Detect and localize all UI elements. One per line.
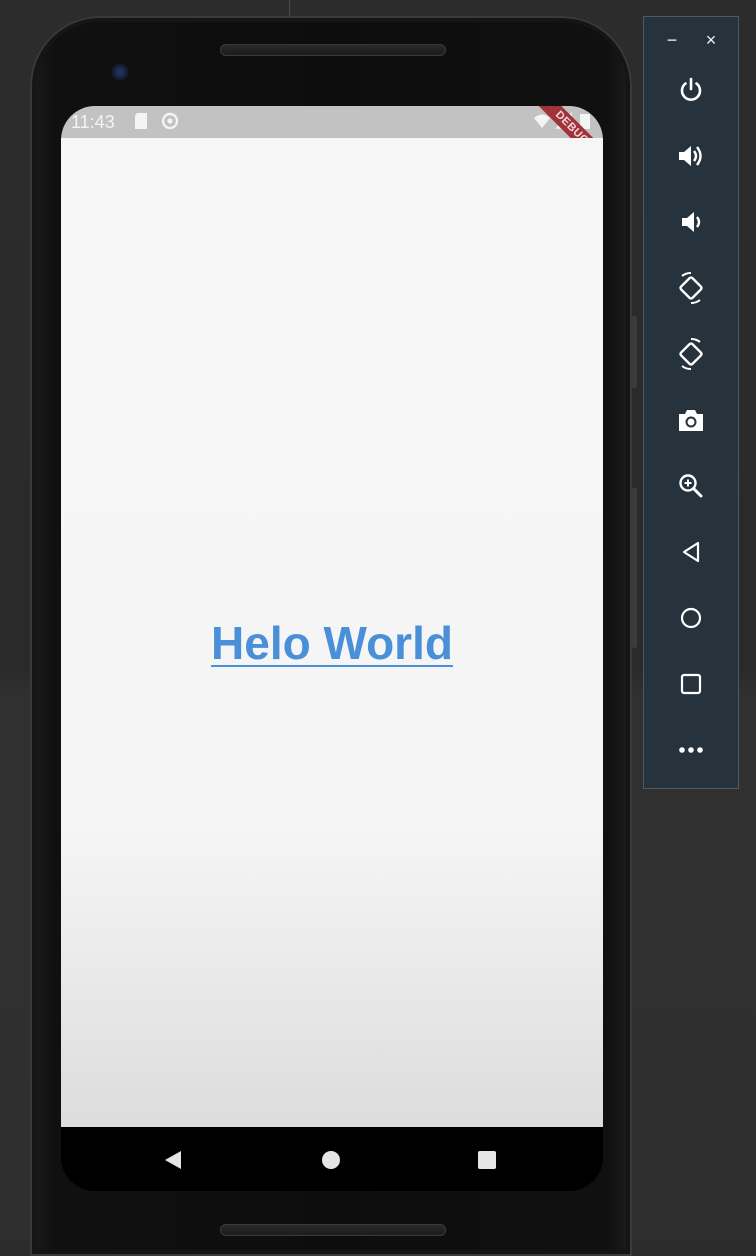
sd-card-icon xyxy=(133,112,151,130)
rotate-left-icon[interactable] xyxy=(671,268,711,308)
back-triangle-icon[interactable] xyxy=(160,1147,186,1173)
android-nav-bar xyxy=(61,1127,603,1191)
emulator-toolbar: − × xyxy=(643,16,739,789)
volume-down-icon[interactable] xyxy=(671,202,711,242)
app-body: Helo World xyxy=(61,138,603,1127)
overview-icon[interactable] xyxy=(671,664,711,704)
recents-square-icon[interactable] xyxy=(474,1147,500,1173)
status-time: 11:43 xyxy=(71,112,115,132)
top-speaker xyxy=(220,44,446,56)
power-icon[interactable] xyxy=(671,70,711,110)
emulated-phone: 11:43 DEBUG Helo World xyxy=(30,16,637,1256)
rotate-right-icon[interactable] xyxy=(671,334,711,374)
phone-screen: 11:43 DEBUG Helo World xyxy=(61,106,603,1191)
close-button[interactable]: × xyxy=(700,29,722,51)
camera-icon[interactable] xyxy=(671,400,711,440)
sync-icon xyxy=(161,112,179,130)
home-icon[interactable] xyxy=(671,598,711,638)
phone-side-button xyxy=(632,316,637,388)
front-camera xyxy=(110,62,130,82)
background-divider xyxy=(289,0,290,16)
volume-up-icon[interactable] xyxy=(671,136,711,176)
minimize-button[interactable]: − xyxy=(661,29,683,51)
home-circle-icon[interactable] xyxy=(318,1147,344,1173)
status-bar: 11:43 DEBUG xyxy=(61,106,603,176)
back-icon[interactable] xyxy=(671,532,711,572)
zoom-icon[interactable] xyxy=(671,466,711,506)
more-icon[interactable] xyxy=(671,730,711,770)
toolbar-window-controls: − × xyxy=(644,17,738,63)
phone-side-button xyxy=(632,488,637,648)
bottom-speaker xyxy=(220,1224,446,1236)
hello-world-link[interactable]: Helo World xyxy=(61,616,603,670)
